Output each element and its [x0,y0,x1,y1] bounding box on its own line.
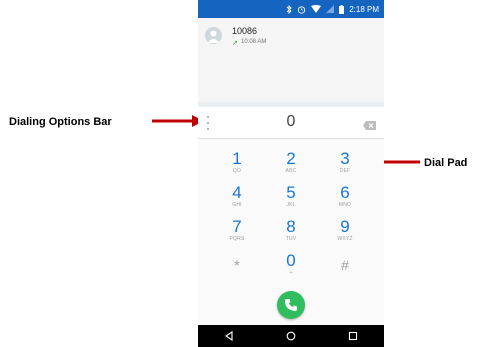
signal-icon [326,5,335,13]
key-0-letters: + [289,270,293,276]
key-8-digit: 8 [286,217,296,236]
bluetooth-icon [286,4,292,14]
dialed-digits[interactable]: 0 [198,113,384,131]
key-2-letters: ABC [285,168,297,174]
key-7-letters: PQRS [229,236,245,242]
key-1[interactable]: 1 QO [217,150,257,186]
battery-icon [339,4,345,14]
phone-screen: 2:18 PM 10086 ↗ 10:08 AM 0 1 QO 2 ABC 3 DEF… [198,0,384,347]
key-6-digit: 6 [340,183,350,202]
contact-avatar-icon [205,27,222,44]
key-9-digit: 9 [340,217,350,236]
key-5-letters: JKL [286,202,296,208]
key-2[interactable]: 2 ABC [271,150,311,186]
dialing-options-bar-label: Dialing Options Bar [9,116,112,128]
key-3-letters: DEF [339,168,351,174]
key-8-letters: TUV [285,236,297,242]
key-hash[interactable]: # [325,256,365,292]
key-5-digit: 5 [286,183,296,202]
key-2-digit: 2 [286,149,296,168]
key-3-digit: 3 [340,149,350,168]
key-6[interactable]: 6 MNO [325,184,365,220]
key-1-letters: QO [232,168,242,174]
status-time: 2:18 PM [349,4,379,14]
phone-icon [285,299,297,311]
key-0-digit: 0 [286,251,296,270]
dial-pad: 1 QO 2 ABC 3 DEF 4 GHI 5 JKL 6 MNO 7 PQRS 8 TUV … [198,140,384,320]
key-8[interactable]: 8 TUV [271,218,311,254]
key-6-letters: MNO [338,202,352,208]
status-bar: 2:18 PM [198,0,384,18]
navigation-bar [198,325,384,347]
key-5[interactable]: 5 JKL [271,184,311,220]
dial-pad-label: Dial Pad [424,157,468,169]
dialing-options-bar: 0 [198,107,384,139]
key-9-letters: WXYZ [337,236,353,242]
key-7-digit: 7 [232,217,242,236]
key-4-digit: 4 [232,183,242,202]
key-4-letters: GHI [232,202,242,208]
key-star[interactable]: * [217,256,257,292]
outgoing-call-icon: ↗ [232,40,238,47]
backspace-icon[interactable] [363,117,376,135]
key-hash-digit: # [341,257,349,273]
home-icon[interactable] [286,331,296,341]
call-time: 10:08 AM [241,39,267,45]
key-1-digit: 1 [232,149,242,168]
key-9[interactable]: 9 WXYZ [325,218,365,254]
recent-call-card[interactable]: 10086 ↗ 10:08 AM [198,18,384,102]
left-arrow-icon [152,115,204,127]
call-button[interactable] [277,291,305,319]
key-3[interactable]: 3 DEF [325,150,365,186]
key-7[interactable]: 7 PQRS [217,218,257,254]
caller-number: 10086 [232,26,258,36]
key-4[interactable]: 4 GHI [217,184,257,220]
alarm-icon [297,5,306,14]
key-0[interactable]: 0 + [271,252,311,288]
back-icon[interactable] [224,331,234,341]
recents-icon[interactable] [348,331,358,341]
wifi-icon [311,5,322,13]
key-star-digit: * [234,257,240,273]
